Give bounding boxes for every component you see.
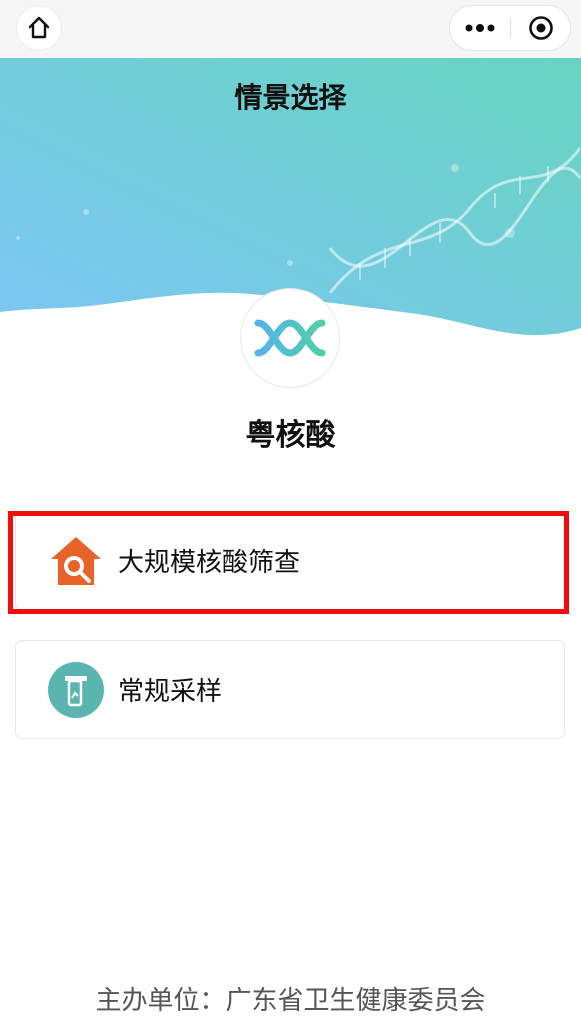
app-name: 粤核酸: [245, 418, 336, 453]
home-button[interactable]: [17, 6, 61, 50]
app-logo: [241, 289, 339, 387]
top-bar: [0, 0, 581, 58]
house-search-icon: [48, 533, 104, 589]
more-dots-icon: [465, 24, 495, 32]
option-label: 大规模核酸筛查: [118, 548, 301, 578]
more-button[interactable]: [450, 6, 510, 50]
option-label: 常规采样: [118, 677, 223, 707]
page-title: 情景选择: [234, 81, 347, 114]
footer-organizer: 主办单位：广东省卫生健康委员会: [95, 986, 486, 1016]
option-mass-screening[interactable]: 大规模核酸筛查: [16, 512, 564, 609]
sample-tube-icon: [48, 661, 104, 718]
home-icon: [28, 16, 50, 39]
option-routine-sampling[interactable]: 常规采样: [16, 641, 564, 738]
mini-program-capsule: [450, 6, 570, 50]
target-icon: [528, 16, 553, 40]
close-button[interactable]: [511, 6, 570, 50]
dna-logo-icon: [254, 319, 326, 357]
